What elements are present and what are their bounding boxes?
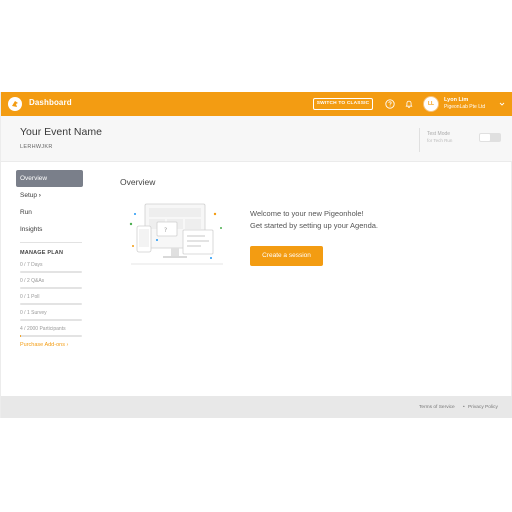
plan-progress-bar [20, 319, 82, 321]
sidebar-item-setup[interactable]: Setup › [16, 187, 83, 204]
switch-to-classic-button[interactable]: SWITCH TO CLASSIC [313, 98, 373, 110]
plan-progress-bar [20, 335, 82, 337]
sidebar-divider [20, 242, 82, 243]
plan-item-survey: 0 / 1 Survey [20, 310, 47, 316]
app-window: Dashboard SWITCH TO CLASSIC LL Lyon Lim … [0, 92, 512, 418]
plan-item-days: 0 / 7 Days [20, 262, 43, 268]
avatar[interactable]: LL [423, 96, 439, 112]
page-title: Overview [120, 177, 156, 187]
chevron-right-icon: › [38, 193, 41, 199]
sidebar-item-insights[interactable]: Insights [16, 221, 83, 238]
manage-plan-title: MANAGE PLAN [20, 250, 64, 256]
privacy-policy-link[interactable]: Privacy Policy [468, 405, 498, 410]
event-name: Your Event Name [20, 126, 102, 138]
pigeonhole-logo-icon[interactable] [8, 97, 22, 111]
chevron-right-icon: › [66, 342, 69, 348]
purchase-addons-link[interactable]: Purchase Add-ons › [20, 342, 68, 348]
header-divider [419, 128, 420, 152]
top-bar: Dashboard SWITCH TO CLASSIC LL Lyon Lim … [1, 92, 512, 116]
dashboard-title[interactable]: Dashboard [29, 98, 72, 107]
sidebar-item-run[interactable]: Run [16, 204, 83, 221]
user-name[interactable]: Lyon Lim [444, 97, 468, 103]
svg-text:?: ? [164, 227, 167, 234]
plan-progress-bar [20, 287, 82, 289]
test-mode-sublabel: for Tech Run [427, 138, 453, 143]
plan-item-poll: 0 / 1 Poll [20, 294, 40, 300]
toggle-knob [480, 134, 490, 141]
welcome-heading: Welcome to your new Pigeonhole! [250, 209, 364, 218]
chevron-down-icon[interactable] [499, 101, 505, 107]
bell-icon[interactable] [404, 99, 414, 109]
event-header: Your Event Name LERHWJKR Test Mode for T… [1, 116, 512, 162]
devices-illustration-icon: ? [129, 203, 223, 265]
plan-progress-bar [20, 271, 82, 273]
test-mode-label: Test Mode [427, 131, 451, 137]
user-organization[interactable]: PigeonLab Pte Ltd [444, 104, 485, 110]
terms-of-service-link[interactable]: Terms of Service [419, 405, 455, 410]
plan-item-qas: 0 / 2 Q&As [20, 278, 45, 284]
plan-item-participants: 4 / 2000 Participants [20, 326, 66, 332]
footer: Terms of Service • Privacy Policy [1, 396, 512, 418]
welcome-subtext: Get started by setting up your Agenda. [250, 221, 378, 230]
test-mode-toggle[interactable] [479, 133, 501, 142]
help-circle-icon[interactable] [385, 99, 395, 109]
event-code: LERHWJKR [20, 144, 53, 150]
create-session-button[interactable]: Create a session [250, 246, 323, 266]
plan-progress-bar [20, 303, 82, 305]
sidebar-item-label: Setup [20, 192, 37, 199]
purchase-addons-label: Purchase Add-ons [20, 342, 65, 348]
footer-separator: • [463, 405, 465, 410]
sidebar-item-overview[interactable]: Overview [16, 170, 83, 187]
